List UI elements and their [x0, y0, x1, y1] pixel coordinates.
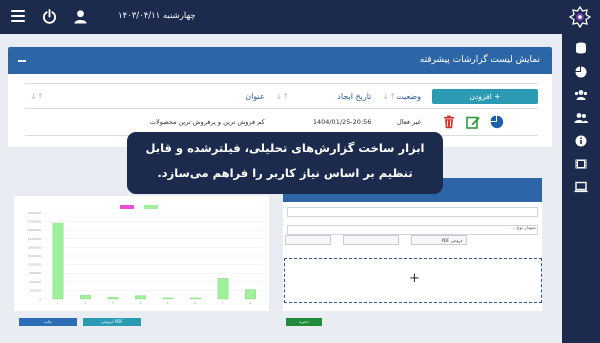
- laptop-icon[interactable]: [574, 181, 588, 193]
- power-icon[interactable]: [42, 9, 57, 24]
- x-tick-label: 5: [167, 301, 169, 305]
- y-tick-label: 1800000: [28, 245, 41, 249]
- sort-icon[interactable]: ↑↓: [276, 92, 289, 101]
- chart-type-label: نمودار نوع ...: [510, 226, 536, 231]
- app-logo: [569, 6, 591, 28]
- bar[interactable]: [52, 222, 64, 300]
- plus-icon[interactable]: +: [409, 271, 420, 286]
- col-header-title[interactable]: عنوان ↑↓: [25, 83, 271, 109]
- hamburger-icon[interactable]: [11, 10, 25, 22]
- reports-table: عنوان ↑↓ تاریخ ایجاد ↑↓ وضعیت ↑↓ + افزود…: [25, 83, 538, 136]
- delete-icon[interactable]: [442, 115, 456, 129]
- y-tick-label: 1200000: [28, 263, 41, 267]
- y-tick-label: 1500000: [28, 254, 41, 258]
- add-button[interactable]: + افزودن: [431, 88, 538, 104]
- col-header-created[interactable]: تاریخ ایجاد ↑↓: [270, 83, 378, 109]
- panel-header: نمایش لیست گزارشات پیشرفته: [8, 47, 552, 74]
- y-tick-label: 2700000: [28, 220, 41, 224]
- x-tick-label: 7: [222, 301, 224, 305]
- panel-title: نمایش لیست گزارشات پیشرفته: [419, 55, 540, 65]
- feature-tooltip: ابزار ساخت گزارش‌های تحلیلی، فیلترشده و …: [127, 132, 443, 194]
- option-select-3[interactable]: خروجی PDF: [411, 235, 467, 245]
- users-icon[interactable]: [574, 89, 588, 101]
- x-tick-label: 8: [249, 301, 251, 305]
- chart-type-select[interactable]: [287, 225, 538, 235]
- bar-chart: 0 300000 600000 900000 1200000 1500000 1800000…: [28, 211, 264, 305]
- user-icon[interactable]: [73, 9, 88, 24]
- film-icon[interactable]: [575, 158, 587, 170]
- bar[interactable]: [190, 297, 201, 300]
- user-group-icon[interactable]: [574, 112, 588, 124]
- edit-icon[interactable]: [466, 115, 480, 129]
- y-tick-label: 2100000: [28, 237, 41, 241]
- x-tick-label: 2: [84, 301, 86, 305]
- right-sidebar: [562, 34, 600, 343]
- option-select-2[interactable]: [343, 235, 399, 245]
- sort-icon[interactable]: ↑↓: [382, 92, 395, 101]
- y-tick-label: 2400000: [28, 228, 41, 232]
- tooltip-line-1: ابزار ساخت گزارش‌های تحلیلی، فیلترشده و …: [145, 141, 425, 155]
- current-date: چهارشنبه ۱۴۰۳/۰۴/۱۱: [118, 11, 196, 21]
- database-icon[interactable]: [575, 42, 587, 54]
- bar[interactable]: [162, 297, 174, 300]
- pie-chart-icon[interactable]: [575, 66, 587, 78]
- minus-icon[interactable]: [18, 60, 26, 62]
- bar[interactable]: [107, 297, 119, 300]
- y-tick-label: 900000: [30, 271, 42, 275]
- top-navbar: چهارشنبه ۱۴۰۳/۰۴/۱۱: [0, 0, 600, 34]
- info-icon[interactable]: [575, 135, 587, 147]
- add-item-zone[interactable]: +: [284, 258, 542, 303]
- col-header-ops: + افزودن: [426, 83, 538, 109]
- x-tick-label: 3: [112, 301, 114, 305]
- bar[interactable]: [217, 278, 229, 300]
- tooltip-line-2: تنظیم بر اساس نیاز کاربر را فراهم می‌ساز…: [157, 166, 413, 180]
- save-button[interactable]: ذخیره: [286, 318, 322, 326]
- chart-preview: 0 300000 600000 900000 1200000 1500000 1800000…: [14, 196, 269, 311]
- bar[interactable]: [80, 295, 91, 300]
- y-tick-label: 0: [39, 297, 41, 301]
- y-tick-label: 600000: [30, 280, 42, 284]
- sort-icon[interactable]: ↑↓: [30, 92, 43, 101]
- x-tick-label: 1: [57, 301, 59, 305]
- y-tick-label: 3000000: [28, 211, 41, 215]
- report-name-input[interactable]: [287, 207, 538, 217]
- col-header-status[interactable]: وضعیت ↑↓: [377, 83, 427, 109]
- pie-chart-icon[interactable]: [490, 115, 504, 129]
- y-tick-label: 300000: [30, 288, 42, 292]
- print-button[interactable]: چاپ: [19, 318, 77, 326]
- option-select-1[interactable]: [285, 235, 331, 245]
- x-tick-label: 6: [194, 301, 196, 305]
- bar[interactable]: [245, 289, 256, 300]
- pdf-export-button[interactable]: خروجی PDF: [83, 318, 141, 326]
- x-tick-label: 4: [139, 301, 141, 305]
- row-actions: [427, 115, 538, 129]
- bar[interactable]: [135, 295, 146, 300]
